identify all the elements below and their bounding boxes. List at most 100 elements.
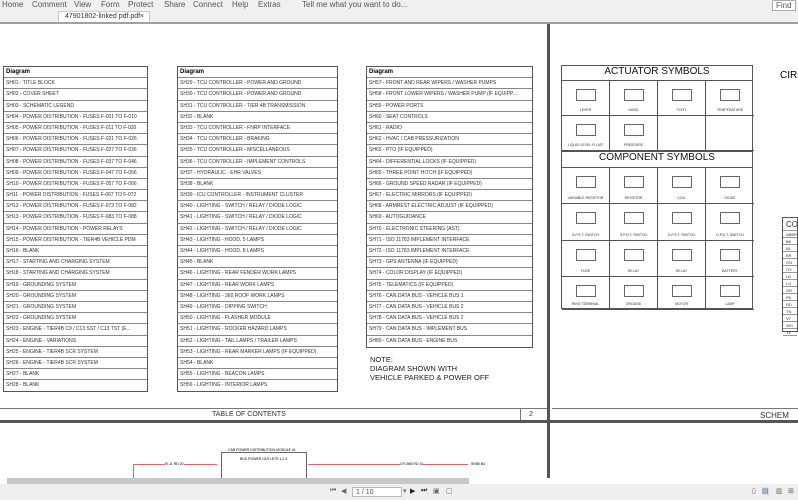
toc-link[interactable]: SH10 - POWER DISTRIBUTION - FUSES F-057 … bbox=[4, 179, 147, 191]
toc-link[interactable]: SH02 - COVER SHEET bbox=[4, 89, 147, 101]
toc-link[interactable]: SH19 - GROUNDING SYSTEM bbox=[4, 280, 147, 291]
toc-link[interactable]: SH43 - LIGHTING - HOOD, 5 LAMPS bbox=[178, 235, 337, 246]
toc-link[interactable]: SH61 - RADIO bbox=[367, 123, 532, 135]
toc-link[interactable]: SH39 - ICU CONTROLLER - INSTRUMENT CLUST… bbox=[178, 190, 337, 202]
toc-link[interactable]: SH20 - GROUNDING SYSTEM bbox=[4, 291, 147, 302]
toc-link[interactable]: SH68 - ARMREST ELECTRIC ADJUST (IF EQUIP… bbox=[367, 201, 532, 213]
first-page-icon[interactable]: ⏮ bbox=[330, 487, 336, 495]
menu-comment[interactable]: Comment bbox=[32, 0, 67, 10]
toc-link[interactable]: SH37 - HYDRAULIC - EHR VALVES bbox=[178, 168, 337, 179]
menu-protect[interactable]: Protect bbox=[128, 0, 153, 10]
toc-link[interactable]: SH57 - FRONT AND REAR WIPERS / WASHER PU… bbox=[367, 78, 532, 90]
toc-link[interactable]: SH05 - POWER DISTRIBUTION - FUSES F-011 … bbox=[4, 123, 147, 135]
toc-link[interactable]: SH56 - LIGHTING - INTERIOR LAMPS bbox=[178, 380, 337, 391]
toc-link[interactable]: SH55 - LIGHTING - BEACON LAMPS bbox=[178, 369, 337, 381]
page-number-input[interactable]: 1 / 10 bbox=[352, 487, 402, 497]
continuous-page-icon[interactable]: ▤ bbox=[762, 487, 769, 495]
toc-link[interactable]: SH17 - STARTING AND CHARGING SYSTEM bbox=[4, 257, 147, 269]
document-tab[interactable]: 47901802-linked pdf.pdf × bbox=[58, 11, 150, 22]
toc-link[interactable]: SH24 - ENGINE - VARIATIONS bbox=[4, 336, 147, 347]
toc-link[interactable]: SH06 - POWER DISTRIBUTION - FUSES F-021 … bbox=[4, 134, 147, 146]
toc-link[interactable]: SH40 - LIGHTING - SWITCH / RELAY / DIODE… bbox=[178, 201, 337, 213]
toc-link[interactable]: SH29 - TCU CONTROLLER - POWER AND GROUND bbox=[178, 78, 337, 90]
prev-page-icon[interactable]: ◀ bbox=[341, 487, 346, 495]
toc-link[interactable]: SH75 - TELEMATICS (IF EQUIPPED) bbox=[367, 280, 532, 291]
toc-link[interactable]: SH50 - LIGHTING - FLASHER MODULE bbox=[178, 313, 337, 325]
toc-link[interactable]: SH41 - LIGHTING - SWITCH / RELAY / DIODE… bbox=[178, 212, 337, 224]
toc-link[interactable]: SH22 - GROUNDING SYSTEM bbox=[4, 313, 147, 325]
toc-link[interactable]: SH78 - CAN DATA BUS - VEHICLE BUS 2 bbox=[367, 313, 532, 325]
toc-link[interactable]: SH09 - POWER DISTRIBUTION - FUSES F-047 … bbox=[4, 168, 147, 179]
toc-link[interactable]: SH66 - GROUND SPEED RADAR (IF EQUIPPED) bbox=[367, 179, 532, 191]
toc-link[interactable]: SH35 - TCU CONTROLLER - MISCELLANEOUS bbox=[178, 145, 337, 157]
toc-link[interactable]: SH62 - HVAC / CAB PRESSURIZATION bbox=[367, 134, 532, 146]
toc-link[interactable]: SH01 - TITLE BLOCK bbox=[4, 78, 147, 90]
toc-link[interactable]: SH47 - LIGHTING - REAR WORK LAMPS bbox=[178, 280, 337, 291]
toc-link[interactable]: SH34 - TCU CONTROLLER - BRAKING bbox=[178, 134, 337, 146]
toc-link[interactable]: SH73 - GPS ANTENNA (IF EQUIPPED) bbox=[367, 257, 532, 269]
find-input[interactable]: Find bbox=[772, 0, 796, 11]
toc-link[interactable]: SH30 - TCU CONTROLLER - POWER AND GROUND bbox=[178, 89, 337, 101]
single-page-icon[interactable]: ▯ bbox=[752, 487, 756, 495]
toc-link[interactable]: SH26 - ENGINE - TIER4B SCR SYSTEM bbox=[4, 358, 147, 370]
toc-link[interactable]: SH58 - FRONT LOWER WIPERS / WASHER PUMP … bbox=[367, 89, 532, 101]
toc-link[interactable]: SH60 - SEAT CONTROLS bbox=[367, 112, 532, 123]
menu-form[interactable]: Form bbox=[101, 0, 120, 10]
toc-link[interactable]: SH46 - LIGHTING - REAR FENDER WORK LAMPS bbox=[178, 268, 337, 280]
toc-link[interactable]: SH54 - BLANK bbox=[178, 358, 337, 370]
toc-link[interactable]: SH49 - LIGHTING - DIPPING SWITCH bbox=[178, 302, 337, 314]
toc-link[interactable]: SH04 - POWER DISTRIBUTION - FUSES F-001 … bbox=[4, 112, 147, 123]
toc-link[interactable]: SH38 - BLANK bbox=[178, 179, 337, 191]
menu-help[interactable]: Help bbox=[232, 0, 248, 10]
toc-link[interactable]: SH33 - TCU CONTROLLER - FNRP INTERFACE bbox=[178, 123, 337, 135]
view-icon[interactable]: ▢ bbox=[446, 487, 453, 495]
toc-link[interactable]: SH70 - ELECTRONIC STEERING (AST) bbox=[367, 224, 532, 235]
toc-link[interactable]: SH65 - THREE POINT HITCH (IF EQUIPPED) bbox=[367, 168, 532, 179]
toc-link[interactable]: SH23 - ENGINE - TIER4B C9 / C13 SST / C1… bbox=[4, 324, 147, 336]
toc-link[interactable]: SH80 - CAN DATA BUS - ENGINE BUS bbox=[367, 336, 532, 347]
toc-link[interactable]: SH21 - GROUNDING SYSTEM bbox=[4, 302, 147, 314]
toc-link[interactable]: SH12 - POWER DISTRIBUTION - FUSES F-073 … bbox=[4, 201, 147, 213]
toc-link[interactable]: SH79 - CAN DATA BUS - IMPLEMENT BUS bbox=[367, 324, 532, 336]
page-dropdown-icon[interactable]: ▾ bbox=[403, 487, 407, 495]
menu-connect[interactable]: Connect bbox=[193, 0, 223, 10]
toc-link[interactable]: SH18 - STARTING AND CHARGING SYSTEM bbox=[4, 268, 147, 280]
toc-link[interactable]: SH51 - LIGHTING - ROCKER HAZARD LAMPS bbox=[178, 324, 337, 336]
toc-link[interactable]: SH72 - ISO 11783 IMPLEMENT INTERFACE bbox=[367, 246, 532, 258]
toc-link[interactable]: SH63 - PTO (IF EQUIPPED) bbox=[367, 145, 532, 157]
toc-link[interactable]: SH67 - ELECTRIC MIRRORS (IF EQUIPPED) bbox=[367, 190, 532, 202]
split-icon[interactable]: ⊞ bbox=[788, 487, 794, 495]
facing-page-icon[interactable]: ▥ bbox=[776, 487, 783, 495]
toc-link[interactable]: SH74 - COLOR DISPLAY (IF EQUIPPED) bbox=[367, 268, 532, 280]
menu-home[interactable]: Home bbox=[2, 0, 23, 10]
toc-link[interactable]: SH13 - POWER DISTRIBUTION - FUSES F-083 … bbox=[4, 212, 147, 224]
toc-link[interactable]: SH71 - ISO 11783 IMPLEMENT INTERFACE bbox=[367, 235, 532, 246]
toc-link[interactable]: SH36 - TCU CONTROLLER - IMPLEMENT CONTRO… bbox=[178, 157, 337, 168]
toc-link[interactable]: SH16 - BLANK bbox=[4, 246, 147, 258]
toc-link[interactable]: SH69 - AUTOGUIDANCE bbox=[367, 212, 532, 224]
toc-link[interactable]: SH03 - SCHEMATIC LEGEND bbox=[4, 101, 147, 112]
toc-link[interactable]: SH27 - BLANK bbox=[4, 369, 147, 381]
menu-share[interactable]: Share bbox=[164, 0, 185, 10]
view-icon[interactable]: ▣ bbox=[433, 487, 440, 495]
toc-link[interactable]: SH14 - POWER DISTRIBUTION - POWER RELAYS bbox=[4, 224, 147, 235]
toc-link[interactable]: SH52 - LIGHTING - TAIL LAMPS / TRAILER L… bbox=[178, 336, 337, 347]
toc-link[interactable]: SH15 - POWER DISTRIBUTION - TIER4B VEHIC… bbox=[4, 235, 147, 246]
tell-me-input[interactable]: Tell me what you want to do... bbox=[302, 0, 407, 10]
close-tab-icon[interactable]: × bbox=[140, 13, 144, 20]
toc-link[interactable]: SH07 - POWER DISTRIBUTION - FUSES F-027 … bbox=[4, 145, 147, 157]
toc-link[interactable]: SH76 - CAN DATA BUS - VEHICLE BUS 1 bbox=[367, 291, 532, 302]
menu-extras[interactable]: Extras bbox=[258, 0, 281, 10]
toc-link[interactable]: SH77 - CAN DATA BUS - VEHICLE BUS 2 bbox=[367, 302, 532, 314]
toc-link[interactable]: SH32 - BLANK bbox=[178, 112, 337, 123]
next-page-icon[interactable]: ▶ bbox=[410, 487, 415, 495]
toc-link[interactable]: SH48 - LIGHTING - 360 ROOF WORK LAMPS bbox=[178, 291, 337, 302]
toc-link[interactable]: SH28 - BLANK bbox=[4, 380, 147, 391]
toc-link[interactable]: SH25 - ENGINE - TIER4B SCR SYSTEM bbox=[4, 347, 147, 358]
toc-link[interactable]: SH44 - LIGHTING - HOOD, 8 LAMPS bbox=[178, 246, 337, 258]
toc-link[interactable]: SH53 - LIGHTING - REAR MARKER LAMPS (IF … bbox=[178, 347, 337, 358]
toc-link[interactable]: SH11 - POWER DISTRIBUTION - FUSES F-067 … bbox=[4, 190, 147, 202]
last-page-icon[interactable]: ⏭ bbox=[421, 487, 427, 495]
toc-link[interactable]: SH59 - POWER PORTS bbox=[367, 101, 532, 112]
menu-view[interactable]: View bbox=[74, 0, 91, 10]
